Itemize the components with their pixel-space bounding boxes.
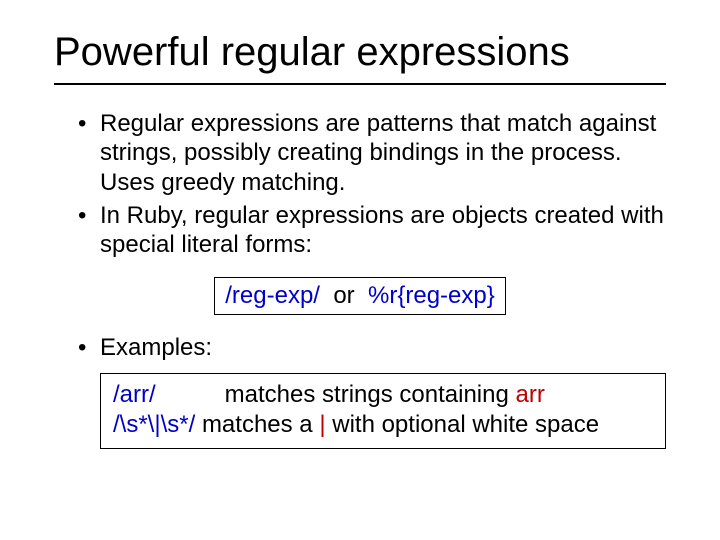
title-underline xyxy=(54,83,666,85)
example-row: /arr/ matches strings containing arr xyxy=(113,380,653,410)
examples-box: /arr/ matches strings containing arr /\s… xyxy=(100,373,666,449)
bullet-item: Regular expressions are patterns that ma… xyxy=(78,109,666,197)
example-pattern: /arr/ xyxy=(113,380,218,410)
bullet-item: Examples: xyxy=(78,333,666,362)
slide-title: Powerful regular expressions xyxy=(54,30,666,75)
syntax-or: or xyxy=(333,282,354,309)
example-row: /\s*\|\s*/ matches a | with optional whi… xyxy=(113,410,653,440)
bullet-list: Regular expressions are patterns that ma… xyxy=(54,109,666,259)
example-desc-tail: with optional white space xyxy=(326,411,600,438)
bullet-item: In Ruby, regular expressions are objects… xyxy=(78,201,666,260)
syntax-box: /reg-exp/ or %r{reg-exp} xyxy=(214,277,506,315)
example-pattern: /\s*\|\s*/ xyxy=(113,411,195,438)
syntax-form-1: /reg-exp/ xyxy=(225,282,320,309)
example-desc: matches a xyxy=(202,411,319,438)
example-match: arr xyxy=(515,381,544,408)
syntax-box-wrap: /reg-exp/ or %r{reg-exp} xyxy=(54,277,666,315)
example-desc: matches strings containing xyxy=(225,381,516,408)
bullet-list-2: Examples: xyxy=(54,333,666,362)
syntax-form-2: %r{reg-exp} xyxy=(368,282,495,309)
slide: Powerful regular expressions Regular exp… xyxy=(0,0,720,540)
